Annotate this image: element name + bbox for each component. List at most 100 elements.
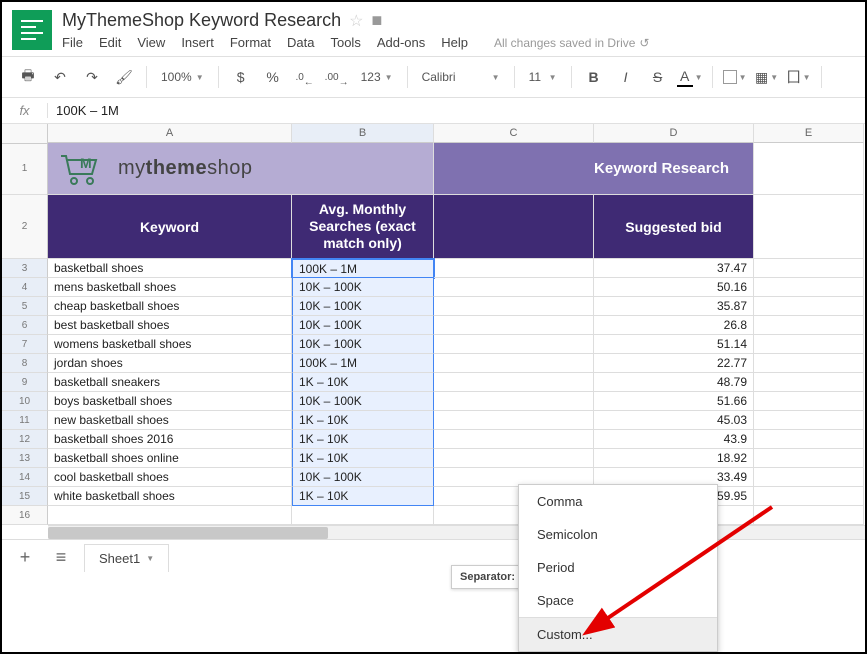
cell-keyword[interactable]: basketball sneakers [48, 373, 292, 392]
font-size-select[interactable]: 11▼ [523, 70, 563, 84]
empty-cell[interactable] [754, 506, 864, 525]
cell-searches[interactable]: 10K – 100K [292, 316, 434, 335]
cell-searches[interactable]: 1K – 10K [292, 449, 434, 468]
empty-cell[interactable] [754, 468, 864, 487]
row-header[interactable]: 9 [2, 373, 48, 392]
cell-keyword[interactable]: mens basketball shoes [48, 278, 292, 297]
menu-insert[interactable]: Insert [181, 35, 214, 50]
cell-searches[interactable]: 10K – 100K [292, 335, 434, 354]
row-header[interactable]: 14 [2, 468, 48, 487]
cell-keyword[interactable]: basketball shoes [48, 259, 292, 278]
undo-icon[interactable]: ↶ [46, 63, 74, 91]
menu-tools[interactable]: Tools [330, 35, 360, 50]
cell-bid[interactable]: 43.9 [594, 430, 754, 449]
empty-cell[interactable] [754, 487, 864, 506]
italic-icon[interactable]: I [612, 63, 640, 91]
sheet-tab[interactable]: Sheet1▼ [84, 544, 169, 572]
empty-cell[interactable] [434, 449, 594, 468]
header-keyword[interactable]: Keyword [48, 195, 292, 259]
star-icon[interactable]: ☆ [349, 11, 363, 31]
cell-searches[interactable]: 100K – 1M [292, 354, 434, 373]
row-header[interactable]: 4 [2, 278, 48, 297]
header-bid[interactable]: Suggested bid [594, 195, 754, 259]
empty-cell[interactable] [48, 506, 292, 525]
popup-item-custom[interactable]: Custom... [519, 618, 717, 651]
text-color-icon[interactable]: A▼ [676, 63, 704, 91]
cell-searches[interactable]: 10K – 100K [292, 392, 434, 411]
menu-data[interactable]: Data [287, 35, 314, 50]
header-searches[interactable]: Avg. Monthly Searches (exact match only) [292, 195, 434, 259]
row-header[interactable]: 10 [2, 392, 48, 411]
popup-item-semicolon[interactable]: Semicolon [519, 518, 717, 551]
paint-format-icon[interactable]: 🖌 [110, 63, 138, 91]
cell-keyword[interactable]: boys basketball shoes [48, 392, 292, 411]
cell-keyword[interactable]: basketball shoes 2016 [48, 430, 292, 449]
currency-icon[interactable]: $ [227, 63, 255, 91]
empty-cell[interactable] [434, 316, 594, 335]
row-header[interactable]: 5 [2, 297, 48, 316]
cell-bid[interactable]: 37.47 [594, 259, 754, 278]
brand-cell-b[interactable] [292, 143, 434, 195]
empty-cell[interactable] [434, 354, 594, 373]
empty-cell[interactable] [754, 430, 864, 449]
spreadsheet-grid[interactable]: A B C D E 1 M mythemeshop Keyword Resear… [2, 124, 865, 539]
cell-keyword[interactable]: jordan shoes [48, 354, 292, 373]
cell-searches[interactable]: 1K – 10K [292, 373, 434, 392]
row-header[interactable]: 15 [2, 487, 48, 506]
formula-input[interactable]: 100K – 1M [48, 103, 119, 118]
empty-cell[interactable] [434, 335, 594, 354]
borders-icon[interactable]: ▦▼ [753, 63, 781, 91]
empty-cell[interactable] [434, 373, 594, 392]
row-header[interactable]: 16 [2, 506, 48, 525]
row-header[interactable]: 3 [2, 259, 48, 278]
empty-cell[interactable] [434, 259, 594, 278]
cell-keyword[interactable]: best basketball shoes [48, 316, 292, 335]
print-icon[interactable]: 🖶 [14, 63, 42, 91]
empty-cell[interactable] [754, 143, 864, 195]
row-header[interactable]: 8 [2, 354, 48, 373]
row-header[interactable]: 2 [2, 195, 48, 259]
menu-addons[interactable]: Add-ons [377, 35, 425, 50]
brand-cell[interactable]: M mythemeshop [48, 143, 292, 195]
empty-cell[interactable] [754, 354, 864, 373]
research-header[interactable]: Keyword Research [594, 143, 754, 195]
empty-cell[interactable] [434, 278, 594, 297]
bold-icon[interactable]: B [580, 63, 608, 91]
empty-cell[interactable] [292, 506, 434, 525]
popup-item-period[interactable]: Period [519, 551, 717, 584]
cell-keyword[interactable]: basketball shoes online [48, 449, 292, 468]
research-header[interactable] [434, 143, 594, 195]
cell-bid[interactable]: 18.92 [594, 449, 754, 468]
row-header[interactable]: 11 [2, 411, 48, 430]
empty-cell[interactable] [754, 278, 864, 297]
menu-view[interactable]: View [137, 35, 165, 50]
empty-cell[interactable] [754, 392, 864, 411]
cell-searches[interactable]: 10K – 100K [292, 297, 434, 316]
fill-color-icon[interactable]: ▼ [721, 63, 749, 91]
decrease-decimal-icon[interactable]: .0← [291, 63, 319, 91]
cell-bid[interactable]: 51.66 [594, 392, 754, 411]
row-header[interactable]: 7 [2, 335, 48, 354]
zoom-select[interactable]: 100%▼ [155, 70, 210, 84]
cell-bid[interactable]: 35.87 [594, 297, 754, 316]
empty-cell[interactable] [754, 411, 864, 430]
row-header[interactable]: 1 [2, 143, 48, 195]
merge-icon[interactable]: ⼞▼ [785, 63, 813, 91]
cell-keyword[interactable]: womens basketball shoes [48, 335, 292, 354]
popup-item-comma[interactable]: Comma [519, 485, 717, 518]
cell-bid[interactable]: 26.8 [594, 316, 754, 335]
empty-cell[interactable] [434, 392, 594, 411]
select-all-corner[interactable] [2, 124, 48, 144]
cell-keyword[interactable]: cheap basketball shoes [48, 297, 292, 316]
cell-keyword[interactable]: new basketball shoes [48, 411, 292, 430]
cell-keyword[interactable]: cool basketball shoes [48, 468, 292, 487]
empty-cell[interactable] [754, 297, 864, 316]
empty-cell[interactable] [754, 259, 864, 278]
cell-keyword[interactable]: white basketball shoes [48, 487, 292, 506]
increase-decimal-icon[interactable]: .00→ [323, 63, 351, 91]
cell-bid[interactable]: 50.16 [594, 278, 754, 297]
empty-cell[interactable] [754, 335, 864, 354]
cell-bid[interactable]: 45.03 [594, 411, 754, 430]
strikethrough-icon[interactable]: S [644, 63, 672, 91]
row-header[interactable]: 12 [2, 430, 48, 449]
